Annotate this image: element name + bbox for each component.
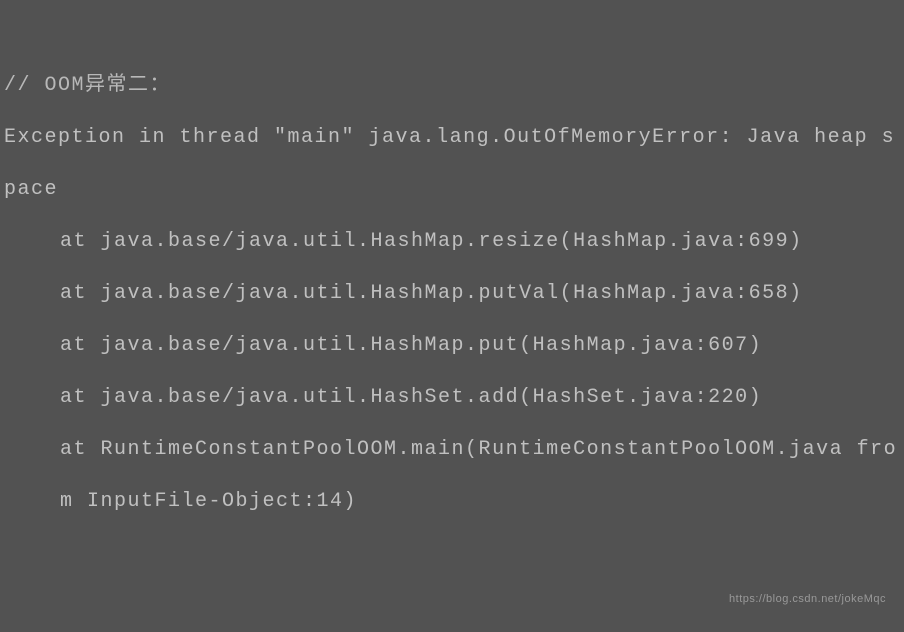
exception-line: Exception in thread "main" java.lang.Out… (4, 112, 900, 216)
stack-trace-line: at java.base/java.util.HashMap.put(HashM… (4, 320, 900, 372)
stack-trace-line: at RuntimeConstantPoolOOM.main(RuntimeCo… (4, 424, 900, 528)
code-block: // OOM异常二：Exception in thread "main" jav… (4, 8, 900, 580)
stack-trace-line: at java.base/java.util.HashMap.putVal(Ha… (4, 268, 900, 320)
stack-trace-line: at java.base/java.util.HashSet.add(HashS… (4, 372, 900, 424)
watermark-text: https://blog.csdn.net/jokeMqc (729, 585, 886, 614)
stack-trace-line: at java.base/java.util.HashMap.resize(Ha… (4, 216, 900, 268)
comment-line: // OOM异常二： (4, 60, 900, 112)
